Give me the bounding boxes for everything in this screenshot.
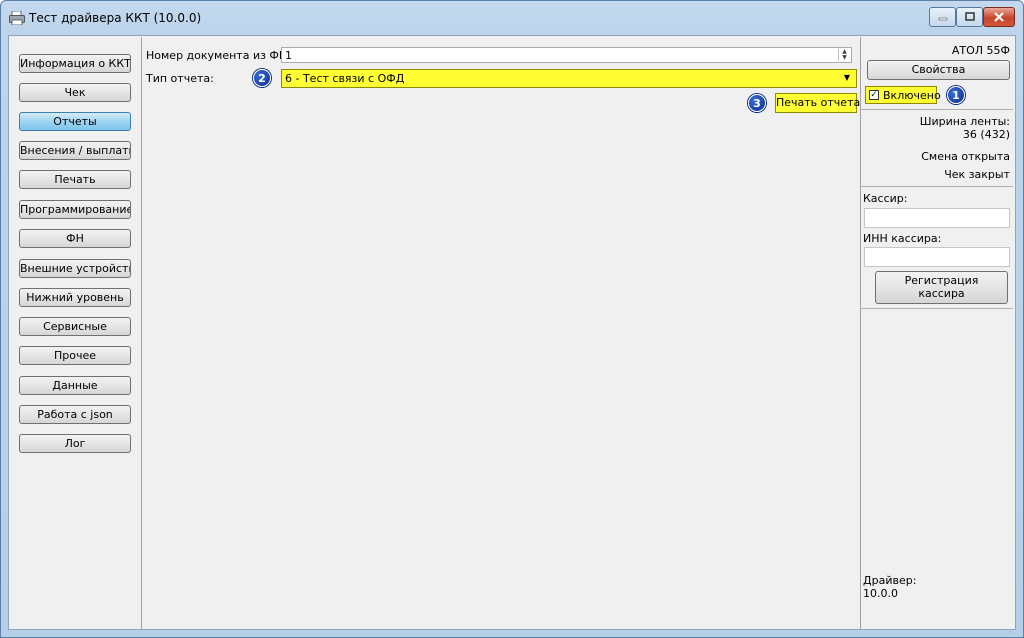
nav-button-kkt-info[interactable]: Информация о ККТ <box>19 54 131 73</box>
tape-width-label: Ширина ленты: <box>919 115 1010 128</box>
nav-button-receipt[interactable]: Чек <box>19 83 131 102</box>
nav-button-external-devices[interactable]: Внешние устройства <box>19 259 131 278</box>
device-panel: АТОЛ 55Ф Свойства ✓ Включено 1 Ширина ле… <box>860 37 1014 629</box>
nav-panel: Информация о ККТ Чек Отчеты Внесения / в… <box>10 37 142 629</box>
properties-button[interactable]: Свойства <box>867 60 1010 80</box>
nav-button-json[interactable]: Работа с json <box>19 405 131 424</box>
window-title: Тест драйвера ККТ (10.0.0) <box>29 11 202 25</box>
nav-button-other[interactable]: Прочее <box>19 346 131 365</box>
nav-button-data[interactable]: Данные <box>19 376 131 395</box>
marker-3: 3 <box>748 94 766 112</box>
minimize-icon <box>930 8 955 26</box>
register-cashier-label-line1: Регистрация <box>904 274 979 287</box>
doc-number-value: 1 <box>285 49 292 62</box>
cashier-input[interactable] <box>864 208 1010 228</box>
resize-grip-icon[interactable]: ⋰ <box>1009 625 1017 634</box>
separator <box>861 186 1013 187</box>
nav-button-log[interactable]: Лог <box>19 434 131 453</box>
nav-button-service[interactable]: Сервисные <box>19 317 131 336</box>
driver-version: 10.0.0 <box>863 587 898 600</box>
receipt-status: Чек закрыт <box>944 168 1010 181</box>
nav-button-programming[interactable]: Программирование <box>19 200 131 219</box>
app-window: Тест драйвера ККТ (10.0.0) Информация о … <box>0 0 1024 638</box>
shift-status: Смена открыта <box>921 150 1010 163</box>
cashier-inn-label: ИНН кассира: <box>863 232 942 245</box>
chevron-down-icon: ▼ <box>843 73 850 82</box>
reports-panel: Номер документа из ФН: 1 ▲ ▼ Тип отчета: … <box>142 37 860 629</box>
marker-2: 2 <box>253 69 271 87</box>
enabled-checkbox[interactable]: ✓ Включено <box>865 86 941 104</box>
nav-button-print[interactable]: Печать <box>19 170 131 189</box>
tape-width-value: 36 (432) <box>962 128 1010 141</box>
nav-button-cash-in-out[interactable]: Внесения / выплаты <box>19 141 131 160</box>
close-button[interactable] <box>983 7 1015 27</box>
separator <box>861 308 1013 309</box>
device-model: АТОЛ 55Ф <box>951 44 1010 57</box>
cashier-inn-input[interactable] <box>864 247 1010 267</box>
doc-number-stepper[interactable]: 1 ▲ ▼ <box>281 47 852 63</box>
report-type-value: 6 - Тест связи с ОФД <box>285 72 405 85</box>
enabled-label: Включено <box>883 89 941 102</box>
report-type-select[interactable]: 6 - Тест связи с ОФД ▼ <box>281 69 857 88</box>
maximize-button[interactable] <box>956 7 983 27</box>
close-icon <box>984 8 1014 26</box>
client-area: Информация о ККТ Чек Отчеты Внесения / в… <box>8 35 1016 630</box>
marker-1: 1 <box>947 86 965 104</box>
nav-button-reports[interactable]: Отчеты <box>19 112 131 131</box>
spin-arrows-icon[interactable]: ▲ ▼ <box>838 49 850 61</box>
title-bar: Тест драйвера ККТ (10.0.0) <box>1 1 1023 35</box>
cashier-label: Кассир: <box>863 192 908 205</box>
print-report-button[interactable]: Печать отчета <box>775 93 860 113</box>
driver-label: Драйвер: <box>863 574 917 587</box>
report-type-label: Тип отчета: <box>146 72 214 85</box>
maximize-icon <box>957 8 982 26</box>
minimize-button[interactable] <box>929 7 956 27</box>
nav-button-fn[interactable]: ФН <box>19 229 131 248</box>
checkmark-icon: ✓ <box>869 90 879 100</box>
printer-icon <box>9 10 25 26</box>
doc-number-label: Номер документа из ФН: <box>146 49 291 62</box>
register-cashier-button[interactable]: Регистрация кассира <box>875 271 1008 304</box>
register-cashier-label-line2: кассира <box>918 287 965 300</box>
nav-button-low-level[interactable]: Нижний уровень <box>19 288 131 307</box>
separator <box>861 109 1013 110</box>
